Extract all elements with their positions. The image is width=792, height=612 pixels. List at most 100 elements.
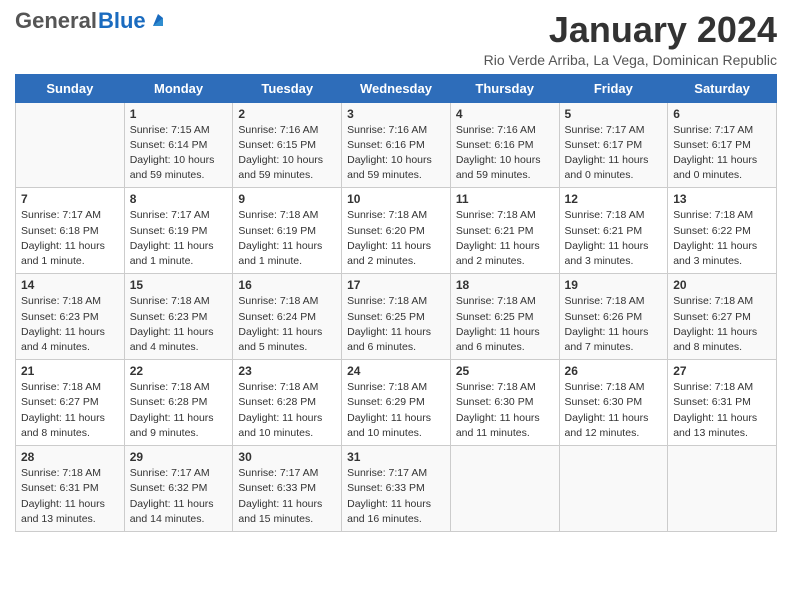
day-info: Sunrise: 7:18 AMSunset: 6:28 PMDaylight:… (238, 380, 336, 441)
day-info: Sunrise: 7:16 AMSunset: 6:16 PMDaylight:… (347, 123, 445, 184)
day-info: Sunrise: 7:18 AMSunset: 6:27 PMDaylight:… (673, 294, 771, 355)
day-number: 1 (130, 107, 228, 121)
day-info: Sunrise: 7:18 AMSunset: 6:30 PMDaylight:… (565, 380, 663, 441)
day-number: 30 (238, 450, 336, 464)
calendar-cell: 12Sunrise: 7:18 AMSunset: 6:21 PMDayligh… (559, 188, 668, 274)
day-number: 26 (565, 364, 663, 378)
day-info: Sunrise: 7:18 AMSunset: 6:21 PMDaylight:… (456, 208, 554, 269)
calendar-cell: 14 Sunrise: 7:18 AMSunset: 6:23 PMDayligh… (16, 274, 125, 360)
day-info: Sunrise: 7:18 AMSunset: 6:23 PMDaylight:… (130, 294, 228, 355)
day-info: Sunrise: 7:17 AMSunset: 6:17 PMDaylight:… (565, 123, 663, 184)
calendar-week-row: 21 Sunrise: 7:18 AMSunset: 6:27 PMDayligh… (16, 360, 777, 446)
day-info: Sunrise: 7:18 AMSunset: 6:22 PMDaylight:… (673, 208, 771, 269)
calendar-table: SundayMondayTuesdayWednesdayThursdayFrid… (15, 74, 777, 532)
day-number: 15 (130, 278, 228, 292)
day-info: Sunrise: 7:18 AMSunset: 6:21 PMDaylight:… (565, 208, 663, 269)
calendar-week-row: 14 Sunrise: 7:18 AMSunset: 6:23 PMDayligh… (16, 274, 777, 360)
calendar-cell (559, 446, 668, 532)
calendar-cell: 7 Sunrise: 7:17 AMSunset: 6:18 PMDaylight… (16, 188, 125, 274)
day-info: Sunrise: 7:16 AMSunset: 6:15 PMDaylight:… (238, 123, 336, 184)
calendar-week-row: 7 Sunrise: 7:17 AMSunset: 6:18 PMDaylight… (16, 188, 777, 274)
day-info: Sunrise: 7:16 AMSunset: 6:16 PMDaylight:… (456, 123, 554, 184)
day-info: Sunrise: 7:17 AMSunset: 6:17 PMDaylight:… (673, 123, 771, 184)
day-number: 22 (130, 364, 228, 378)
day-info: Sunrise: 7:18 AMSunset: 6:20 PMDaylight:… (347, 208, 445, 269)
weekday-header: Wednesday (342, 74, 451, 102)
day-info: Sunrise: 7:18 AMSunset: 6:19 PMDaylight:… (238, 208, 336, 269)
day-number: 19 (565, 278, 663, 292)
day-number: 21 (21, 364, 119, 378)
day-number: 28 (21, 450, 119, 464)
day-number: 18 (456, 278, 554, 292)
calendar-cell: 18 Sunrise: 7:18 AMSunset: 6:25 PMDayligh… (450, 274, 559, 360)
calendar-cell: 25 Sunrise: 7:18 AMSunset: 6:30 PMDayligh… (450, 360, 559, 446)
day-number: 2 (238, 107, 336, 121)
logo-general-text: General (15, 10, 97, 32)
day-number: 31 (347, 450, 445, 464)
day-info: Sunrise: 7:15 AMSunset: 6:14 PMDaylight:… (130, 123, 228, 184)
day-number: 16 (238, 278, 336, 292)
calendar-cell: 13 Sunrise: 7:18 AMSunset: 6:22 PMDayligh… (668, 188, 777, 274)
calendar-cell: 4 Sunrise: 7:16 AMSunset: 6:16 PMDaylight… (450, 102, 559, 188)
calendar-cell: 8Sunrise: 7:17 AMSunset: 6:19 PMDaylight… (124, 188, 233, 274)
title-area: January 2024 Rio Verde Arriba, La Vega, … (484, 10, 777, 68)
weekday-header: Sunday (16, 74, 125, 102)
page-header: General Blue January 2024 Rio Verde Arri… (15, 10, 777, 68)
calendar-week-row: 1 Sunrise: 7:15 AMSunset: 6:14 PMDaylight… (16, 102, 777, 188)
calendar-week-row: 28 Sunrise: 7:18 AMSunset: 6:31 PMDayligh… (16, 446, 777, 532)
weekday-header: Saturday (668, 74, 777, 102)
day-info: Sunrise: 7:17 AMSunset: 6:33 PMDaylight:… (238, 466, 336, 527)
calendar-cell: 16 Sunrise: 7:18 AMSunset: 6:24 PMDayligh… (233, 274, 342, 360)
day-number: 25 (456, 364, 554, 378)
logo-icon (149, 12, 167, 30)
calendar-cell: 31 Sunrise: 7:17 AMSunset: 6:33 PMDayligh… (342, 446, 451, 532)
calendar-cell: 24Sunrise: 7:18 AMSunset: 6:29 PMDayligh… (342, 360, 451, 446)
calendar-cell: 6 Sunrise: 7:17 AMSunset: 6:17 PMDaylight… (668, 102, 777, 188)
calendar-cell (16, 102, 125, 188)
day-info: Sunrise: 7:18 AMSunset: 6:31 PMDaylight:… (673, 380, 771, 441)
day-number: 7 (21, 192, 119, 206)
calendar-cell: 9 Sunrise: 7:18 AMSunset: 6:19 PMDaylight… (233, 188, 342, 274)
day-number: 4 (456, 107, 554, 121)
day-info: Sunrise: 7:18 AMSunset: 6:27 PMDaylight:… (21, 380, 119, 441)
day-number: 29 (130, 450, 228, 464)
calendar-cell: 28 Sunrise: 7:18 AMSunset: 6:31 PMDayligh… (16, 446, 125, 532)
calendar-cell: 23 Sunrise: 7:18 AMSunset: 6:28 PMDayligh… (233, 360, 342, 446)
month-title: January 2024 (484, 10, 777, 50)
location-subtitle: Rio Verde Arriba, La Vega, Dominican Rep… (484, 52, 777, 68)
calendar-cell: 20 Sunrise: 7:18 AMSunset: 6:27 PMDayligh… (668, 274, 777, 360)
day-number: 13 (673, 192, 771, 206)
calendar-cell: 19Sunrise: 7:18 AMSunset: 6:26 PMDayligh… (559, 274, 668, 360)
calendar-cell: 10 Sunrise: 7:18 AMSunset: 6:20 PMDayligh… (342, 188, 451, 274)
day-info: Sunrise: 7:18 AMSunset: 6:25 PMDaylight:… (347, 294, 445, 355)
day-info: Sunrise: 7:18 AMSunset: 6:24 PMDaylight:… (238, 294, 336, 355)
day-info: Sunrise: 7:17 AMSunset: 6:18 PMDaylight:… (21, 208, 119, 269)
calendar-cell: 26 Sunrise: 7:18 AMSunset: 6:30 PMDayligh… (559, 360, 668, 446)
calendar-cell: 22 Sunrise: 7:18 AMSunset: 6:28 PMDayligh… (124, 360, 233, 446)
day-info: Sunrise: 7:18 AMSunset: 6:23 PMDaylight:… (21, 294, 119, 355)
day-number: 23 (238, 364, 336, 378)
day-info: Sunrise: 7:18 AMSunset: 6:31 PMDaylight:… (21, 466, 119, 527)
calendar-cell: 30 Sunrise: 7:17 AMSunset: 6:33 PMDayligh… (233, 446, 342, 532)
day-number: 8 (130, 192, 228, 206)
day-number: 10 (347, 192, 445, 206)
day-info: Sunrise: 7:18 AMSunset: 6:25 PMDaylight:… (456, 294, 554, 355)
logo: General Blue (15, 10, 167, 32)
day-number: 14 (21, 278, 119, 292)
day-info: Sunrise: 7:17 AMSunset: 6:32 PMDaylight:… (130, 466, 228, 527)
calendar-cell: 29 Sunrise: 7:17 AMSunset: 6:32 PMDayligh… (124, 446, 233, 532)
day-info: Sunrise: 7:18 AMSunset: 6:28 PMDaylight:… (130, 380, 228, 441)
calendar-cell: 27Sunrise: 7:18 AMSunset: 6:31 PMDayligh… (668, 360, 777, 446)
day-number: 11 (456, 192, 554, 206)
day-number: 9 (238, 192, 336, 206)
day-info: Sunrise: 7:18 AMSunset: 6:29 PMDaylight:… (347, 380, 445, 441)
day-info: Sunrise: 7:18 AMSunset: 6:30 PMDaylight:… (456, 380, 554, 441)
day-number: 3 (347, 107, 445, 121)
day-info: Sunrise: 7:17 AMSunset: 6:33 PMDaylight:… (347, 466, 445, 527)
calendar-cell: 17Sunrise: 7:18 AMSunset: 6:25 PMDayligh… (342, 274, 451, 360)
calendar-cell: 5Sunrise: 7:17 AMSunset: 6:17 PMDaylight… (559, 102, 668, 188)
calendar-cell: 11 Sunrise: 7:18 AMSunset: 6:21 PMDayligh… (450, 188, 559, 274)
day-number: 20 (673, 278, 771, 292)
day-number: 6 (673, 107, 771, 121)
weekday-header: Friday (559, 74, 668, 102)
